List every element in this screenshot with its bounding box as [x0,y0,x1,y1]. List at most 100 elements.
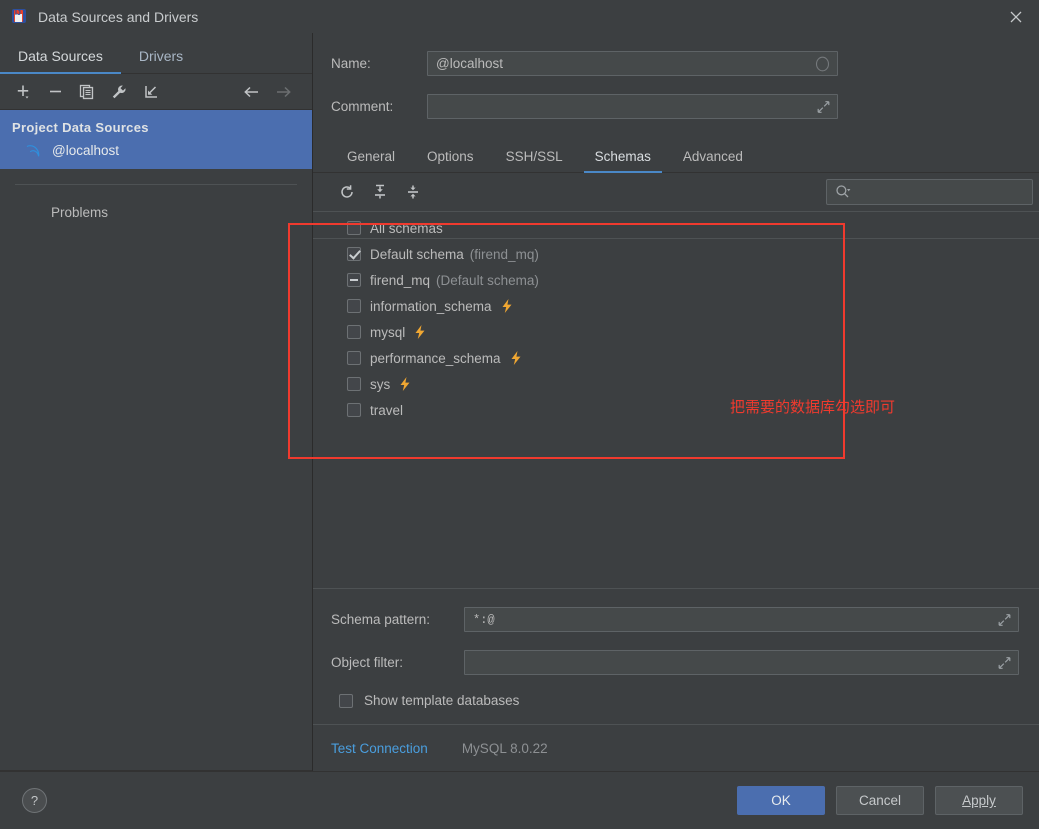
sidebar-item-label: @localhost [52,143,119,158]
lightning-bolt-icon [502,299,512,313]
table-row[interactable]: mysql [347,319,1039,345]
apply-button-label: Apply [962,793,996,808]
schema-label: All schemas [370,220,443,236]
table-row[interactable]: firend_mq (Default schema) [347,267,1039,293]
schema-pattern-input[interactable]: *:@ [464,607,1019,632]
expand-diagonal-icon[interactable] [998,656,1011,669]
schema-pattern-label: Schema pattern: [331,612,431,627]
object-filter-input[interactable] [464,650,1019,675]
schema-sub: (firend_mq) [469,246,539,262]
arrow-left-icon[interactable] [238,80,264,104]
mysql-dolphin-icon [26,145,40,157]
config-tabbar: General Options SSH/SSL Schemas Advanced [313,139,1039,173]
expand-diagonal-icon[interactable] [817,100,830,113]
object-filter-row: Object filter: [313,650,1039,675]
schema-label: mysql [370,324,406,340]
tab-general[interactable]: General [331,149,411,172]
group-title: Project Data Sources [12,120,149,135]
show-template-databases-label: Show template databases [364,693,520,708]
search-icon [836,185,851,198]
sidebar-item-localhost[interactable]: @localhost [0,140,312,161]
apply-button[interactable]: Apply [935,786,1023,815]
name-label: Name: [331,56,371,71]
import-arrow-icon[interactable] [138,80,164,104]
remove-button[interactable] [42,80,68,104]
annotation-text: 把需要的数据库勾选即可 [730,398,896,416]
wrench-icon[interactable] [106,80,132,104]
sidebar-toolbar [0,74,312,110]
tab-advanced[interactable]: Advanced [667,149,759,172]
checkbox-performance-schema[interactable] [347,351,361,365]
close-icon[interactable] [993,0,1039,33]
window-titlebar: IJ Data Sources and Drivers [0,0,1039,33]
expand-all-icon[interactable] [366,180,394,204]
tab-schemas[interactable]: Schemas [579,149,667,173]
table-row[interactable]: travel [347,397,1039,423]
schema-sub: (Default schema) [436,272,539,288]
show-template-databases-row[interactable]: Show template databases [313,693,1039,708]
sidebar-tabbar: Data Sources Drivers [0,33,312,74]
schema-label: sys [370,376,391,392]
checkbox-firend-mq[interactable] [347,273,361,287]
search-input[interactable] [826,179,1033,205]
checkbox-information-schema[interactable] [347,299,361,313]
checkbox-sys[interactable] [347,377,361,391]
driver-version-label: MySQL 8.0.22 [461,740,548,756]
tab-drivers[interactable]: Drivers [121,48,201,73]
name-row: Name: @localhost [313,51,1039,76]
copy-icon[interactable] [74,80,100,104]
schema-toolbar [313,173,1039,211]
schema-tree-area: All schemas Default schema (firend_mq) f… [313,211,1039,588]
table-row[interactable]: sys [347,371,1039,397]
window-title: Data Sources and Drivers [38,8,199,25]
tab-data-sources[interactable]: Data Sources [0,48,121,74]
schema-tree: All schemas Default schema (firend_mq) f… [313,211,1039,423]
expand-diagonal-icon[interactable] [998,613,1011,626]
schema-filters-section: Schema pattern: *:@ Object filter: Show … [313,588,1039,724]
comment-row: Comment: [313,94,1039,119]
add-button[interactable] [10,80,36,104]
lightning-bolt-icon [400,377,410,391]
footer-buttons: OK Cancel Apply [737,786,1023,815]
schema-label: performance_schema [370,350,501,366]
schema-pattern-value: *:@ [473,612,495,627]
checkbox-mysql[interactable] [347,325,361,339]
checkbox-default-schema[interactable] [347,247,361,261]
checkbox-travel[interactable] [347,403,361,417]
main-content: Data Sources Drivers Project Data Source… [0,33,1039,771]
schema-pattern-row: Schema pattern: *:@ [313,607,1039,632]
tree-top-separator [313,211,1039,212]
sidebar-nav-buttons [238,74,302,109]
detail-panel: Name: @localhost Comment: General Option… [313,33,1039,771]
name-value: @localhost [436,56,503,71]
arrow-right-icon[interactable] [270,80,296,104]
collapse-all-icon[interactable] [399,180,427,204]
cancel-button[interactable]: Cancel [836,786,924,815]
refresh-icon[interactable] [333,180,361,204]
test-connection-section: Test Connection MySQL 8.0.22 [313,724,1039,771]
sidebar-item-problems[interactable]: Problems [0,185,312,220]
schema-label: information_schema [370,298,492,314]
table-row[interactable]: Default schema (firend_mq) [347,241,1039,267]
tab-ssh-ssl[interactable]: SSH/SSL [490,149,579,172]
help-button[interactable]: ? [22,788,47,813]
schema-label: travel [370,402,404,418]
ok-button[interactable]: OK [737,786,825,815]
project-data-sources-group[interactable]: Project Data Sources @localhost [0,110,312,169]
object-filter-label: Object filter: [331,655,404,670]
checkbox-all-schemas[interactable] [347,221,361,235]
sidebar: Data Sources Drivers Project Data Source… [0,33,312,771]
comment-input[interactable] [427,94,838,119]
schema-label: firend_mq [370,272,431,288]
table-row[interactable]: information_schema [347,293,1039,319]
tab-options[interactable]: Options [411,149,490,172]
circle-icon [815,56,830,71]
table-row[interactable]: performance_schema [347,345,1039,371]
name-input[interactable]: @localhost [427,51,838,76]
checkbox-show-template-databases[interactable] [339,693,353,708]
dialog-footer: ? OK Cancel Apply [0,771,1039,829]
lightning-bolt-icon [511,351,521,365]
test-connection-link[interactable]: Test Connection [331,741,428,756]
comment-label: Comment: [331,99,394,114]
